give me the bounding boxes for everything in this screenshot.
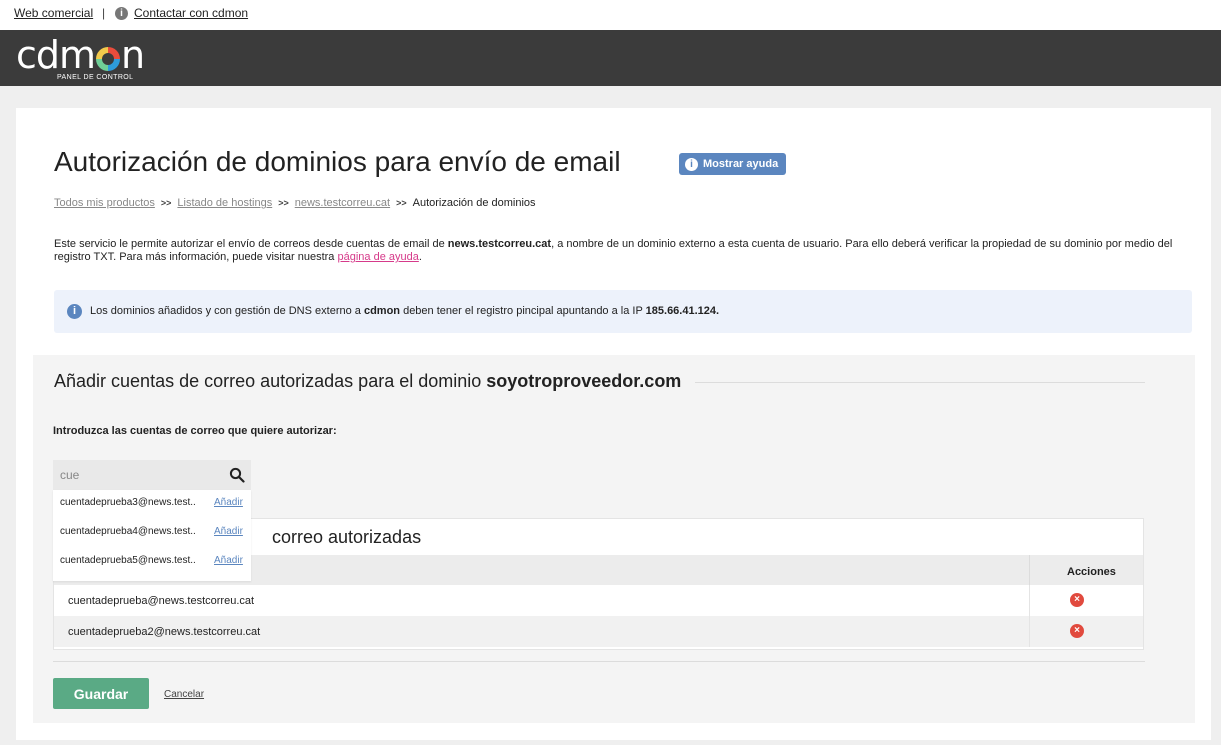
notice-text: Los dominios añadidos y con gestión de D… bbox=[90, 305, 719, 317]
table-row: cuentadeprueba@news.testcorreu.cat × bbox=[54, 585, 1143, 616]
brand-header: cdm n PANEL DE CONTROL bbox=[0, 30, 1221, 86]
column-divider bbox=[1029, 555, 1030, 585]
intro-label: Introduzca las cuentas de correo que qui… bbox=[53, 425, 337, 437]
add-suggestion-link[interactable]: Añadir bbox=[214, 526, 243, 537]
breadcrumb-domain[interactable]: news.testcorreu.cat bbox=[295, 197, 390, 209]
top-utility-bar: Web comercial | i Contactar con cdmon bbox=[0, 0, 1221, 30]
column-divider bbox=[1029, 616, 1030, 647]
notice-text-1: Los dominios añadidos y con gestión de D… bbox=[90, 305, 364, 317]
actions-column-header: Acciones bbox=[1067, 566, 1116, 578]
section-title: Añadir cuentas de correo autorizadas par… bbox=[54, 371, 681, 392]
table-row: cuentadeprueba2@news.testcorreu.cat × bbox=[54, 616, 1143, 647]
notice-brand: cdmon bbox=[363, 305, 401, 317]
info-icon: i bbox=[67, 304, 82, 319]
row-email: cuentadeprueba@news.testcorreu.cat bbox=[68, 595, 255, 607]
info-icon: i bbox=[115, 7, 128, 20]
suggestions-dropdown: cuentadeprueba3@news.test.. Añadir cuent… bbox=[53, 490, 251, 581]
suggestion-address: cuentadeprueba4@news.test.. bbox=[60, 526, 196, 537]
add-suggestion-link[interactable]: Añadir bbox=[214, 555, 243, 566]
account-search bbox=[53, 460, 251, 490]
breadcrumb: Todos mis productos >> Listado de hostings… bbox=[54, 197, 536, 209]
desc-domain: news.testcorreu.cat bbox=[447, 238, 552, 250]
section-title-prefix: Añadir cuentas de correo autorizadas par… bbox=[54, 371, 487, 391]
section-title-domain: soyotroproveedor.com bbox=[486, 371, 682, 391]
notice-ip: 185.66.41.124. bbox=[645, 305, 720, 317]
suggestion-item: cuentadeprueba5@news.test.. Añadir bbox=[53, 548, 251, 574]
authorized-accounts-section: Añadir cuentas de correo autorizadas par… bbox=[33, 355, 1195, 723]
add-suggestion-link[interactable]: Añadir bbox=[214, 497, 243, 508]
desc-text-3: . bbox=[418, 251, 422, 263]
main-card: Autorización de dominios para envío de e… bbox=[16, 108, 1211, 740]
delete-icon[interactable]: × bbox=[1070, 593, 1084, 607]
search-icon[interactable] bbox=[229, 467, 245, 483]
breadcrumb-separator: >> bbox=[278, 198, 289, 208]
section-footer-divider bbox=[53, 661, 1145, 662]
row-email: cuentadeprueba2@news.testcorreu.cat bbox=[68, 626, 261, 638]
column-divider bbox=[1029, 585, 1030, 616]
breadcrumb-listado-hostings[interactable]: Listado de hostings bbox=[177, 197, 272, 209]
breadcrumb-separator: >> bbox=[396, 198, 407, 208]
account-search-input[interactable] bbox=[53, 460, 220, 490]
show-help-button[interactable]: i Mostrar ayuda bbox=[679, 153, 787, 175]
suggestion-item: cuentadeprueba4@news.test.. Añadir bbox=[53, 519, 251, 545]
desc-text-1: Este servicio le permite autorizar el en… bbox=[54, 238, 448, 250]
save-button[interactable]: Guardar bbox=[53, 678, 149, 709]
delete-icon[interactable]: × bbox=[1070, 624, 1084, 638]
help-page-link[interactable]: página de ayuda bbox=[337, 251, 418, 263]
logo-text-pre: cdm bbox=[16, 33, 96, 77]
show-help-label: Mostrar ayuda bbox=[703, 158, 779, 170]
dns-notice: i Los dominios añadidos y con gestión de… bbox=[54, 290, 1192, 333]
breadcrumb-current: Autorización de dominios bbox=[412, 197, 536, 209]
breadcrumb-todos-productos[interactable]: Todos mis productos bbox=[54, 197, 155, 209]
topbar-separator: | bbox=[102, 6, 106, 20]
suggestion-address: cuentadeprueba3@news.test.. bbox=[60, 497, 196, 508]
breadcrumb-separator: >> bbox=[160, 198, 172, 208]
logo-subtitle: PANEL DE CONTROL bbox=[57, 74, 134, 81]
service-description: Este servicio le permite autorizar el en… bbox=[54, 238, 1184, 264]
logo-text-post: n bbox=[121, 33, 145, 77]
page-title: Autorización de dominios para envío de e… bbox=[54, 146, 621, 177]
suggestion-item: cuentadeprueba3@news.test.. Añadir bbox=[53, 490, 251, 516]
authorized-accounts-title: correo autorizadas bbox=[272, 527, 422, 547]
cdmon-logo[interactable]: cdm n PANEL DE CONTROL bbox=[16, 33, 145, 85]
web-comercial-link[interactable]: Web comercial bbox=[14, 6, 93, 20]
section-divider bbox=[695, 382, 1145, 383]
notice-text-2: deben tener el registro pincipal apuntan… bbox=[400, 305, 646, 317]
logo-wordmark: cdm n bbox=[16, 33, 145, 77]
info-icon: i bbox=[685, 157, 698, 171]
cancel-link[interactable]: Cancelar bbox=[164, 689, 204, 700]
contactar-link[interactable]: Contactar con cdmon bbox=[134, 6, 248, 20]
logo-o-icon bbox=[96, 47, 121, 71]
suggestion-address: cuentadeprueba5@news.test.. bbox=[60, 555, 196, 566]
